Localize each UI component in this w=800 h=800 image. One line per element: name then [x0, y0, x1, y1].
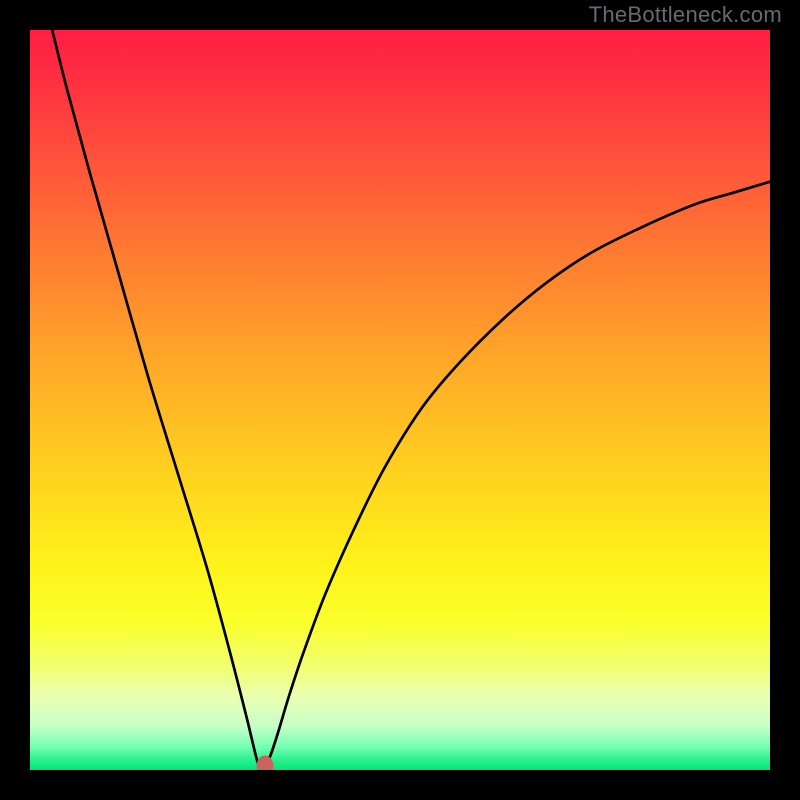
background-gradient	[30, 30, 770, 770]
optimum-marker	[256, 756, 273, 770]
watermark-text: TheBottleneck.com	[589, 2, 782, 28]
plot-area	[30, 30, 770, 770]
chart-frame: TheBottleneck.com	[0, 0, 800, 800]
